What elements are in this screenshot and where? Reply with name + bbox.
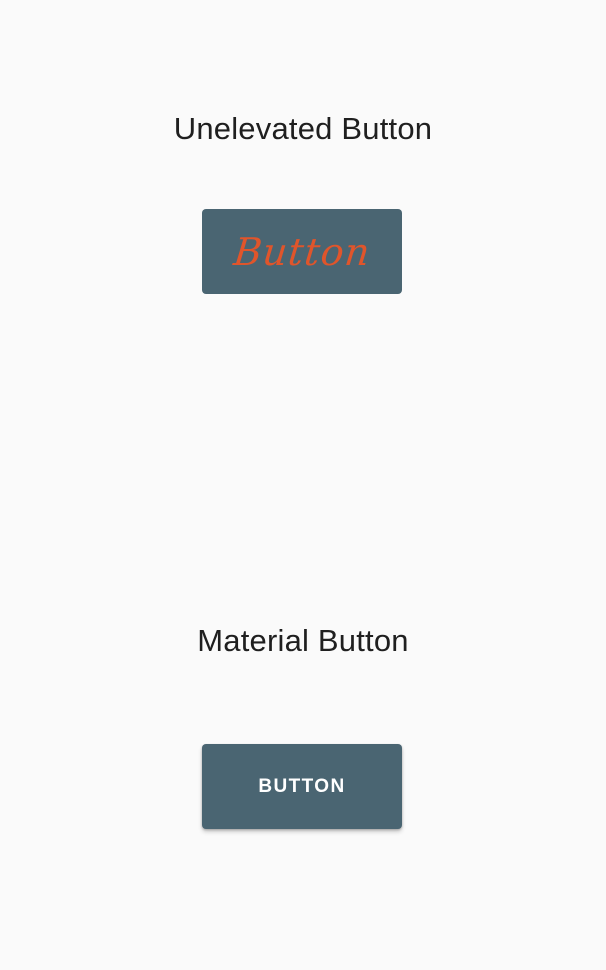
unelevated-button-label: Button bbox=[231, 229, 373, 274]
unelevated-button-heading: Unelevated Button bbox=[173, 111, 433, 146]
material-button[interactable]: BUTTON bbox=[202, 744, 402, 829]
material-button-label: BUTTON bbox=[258, 775, 346, 797]
material-button-heading: Material Button bbox=[197, 623, 409, 658]
unelevated-button[interactable]: Button bbox=[202, 209, 402, 294]
